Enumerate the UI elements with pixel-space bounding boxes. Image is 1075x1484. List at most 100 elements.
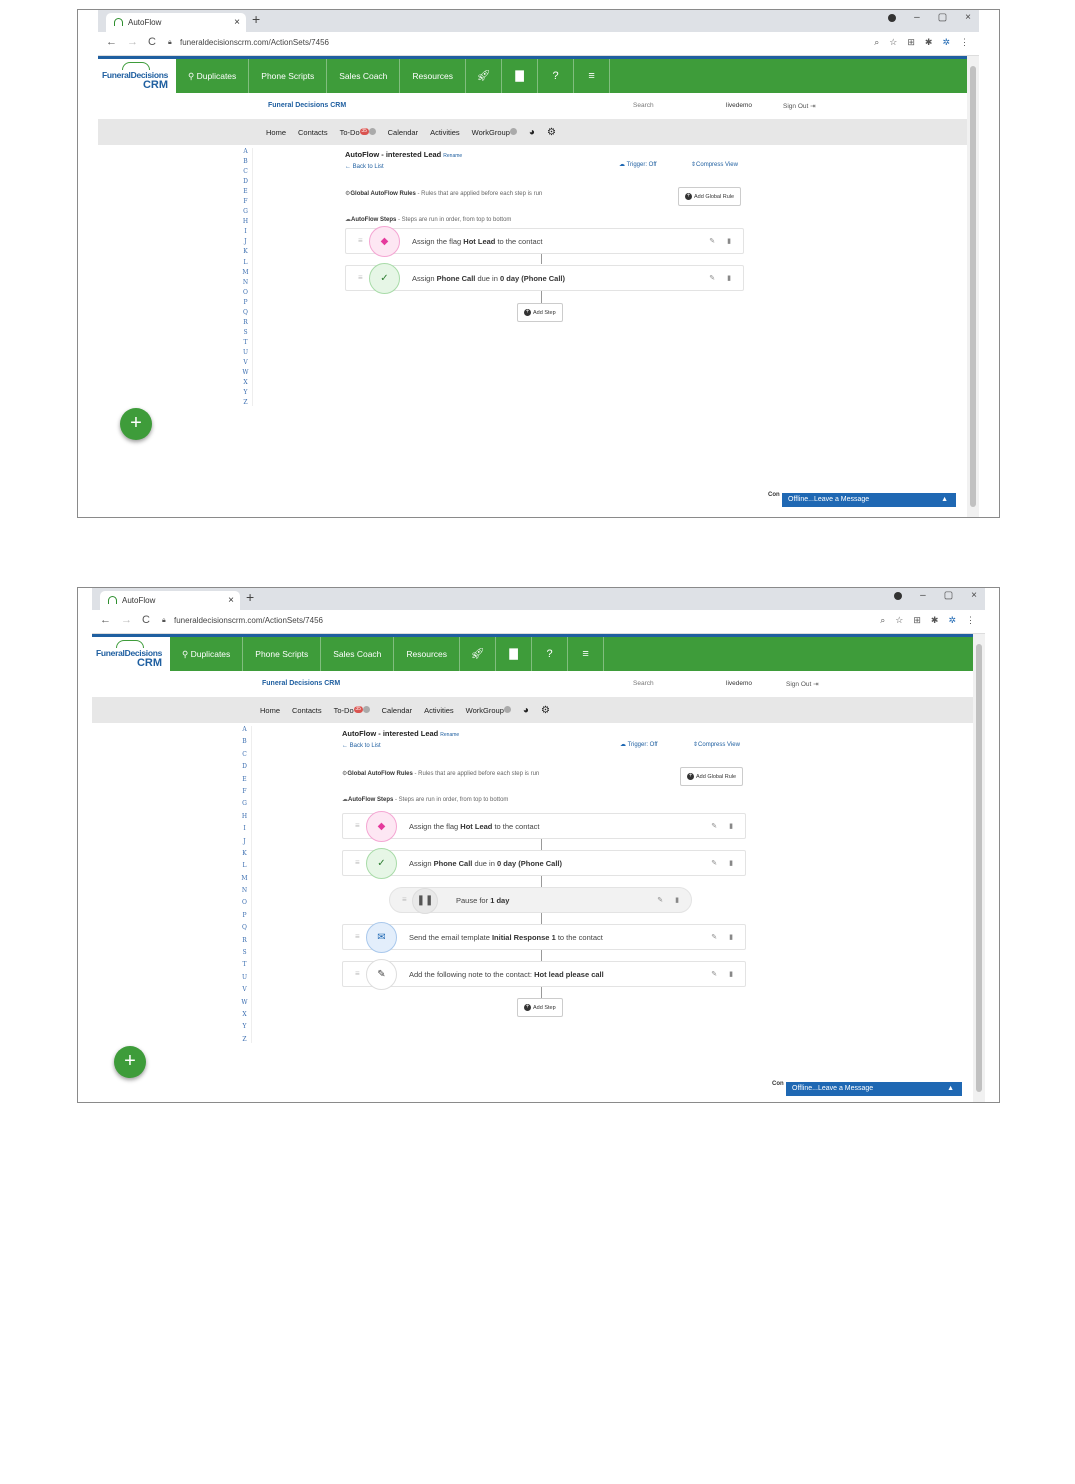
chat-widget[interactable]: Offline...Leave a Message ▲ [786, 1082, 962, 1096]
add-step-button[interactable]: + Add Step [517, 998, 563, 1017]
step-pause[interactable]: ≡ ❚❚ Pause for 1 day ✎ ▮ [389, 887, 692, 914]
alpha-letter[interactable]: O [243, 289, 248, 296]
nav-resources[interactable]: Resources [394, 637, 461, 671]
user-name[interactable]: livedemo [726, 102, 752, 109]
subnav-contacts[interactable]: Contacts [298, 128, 328, 137]
alpha-letter[interactable]: S [242, 949, 246, 956]
drag-handle-icon[interactable]: ≡ [355, 969, 360, 978]
alpha-letter[interactable]: V [243, 359, 247, 366]
add-step-button[interactable]: + Add Step [517, 303, 563, 322]
alpha-letter[interactable]: G [242, 800, 247, 807]
trash-icon[interactable]: ▮ [729, 822, 733, 830]
star-icon[interactable]: ☆ [895, 615, 903, 626]
gear-icon[interactable]: ⚙ [541, 705, 550, 716]
subnav-home[interactable]: Home [266, 128, 286, 137]
subnav-activities[interactable]: Activities [430, 128, 460, 137]
browser-tab[interactable]: AutoFlow × [106, 13, 246, 32]
alpha-letter[interactable]: Y [244, 389, 248, 396]
scroll-thumb[interactable] [976, 644, 982, 1092]
alpha-letter[interactable]: C [243, 168, 248, 175]
trigger-toggle[interactable]: ☁ Trigger: Off [619, 161, 657, 168]
subnav-todo[interactable]: To-Do 35 [334, 705, 370, 715]
tab-close-icon[interactable]: × [228, 591, 234, 610]
new-tab-button[interactable]: + [252, 11, 260, 27]
subnav-activities[interactable]: Activities [424, 706, 454, 715]
record-icon[interactable] [894, 591, 903, 600]
back-icon[interactable]: ← [100, 614, 111, 626]
back-to-list-link[interactable]: ← Back to List [345, 164, 384, 170]
alpha-letter[interactable]: U [242, 974, 247, 981]
drag-handle-icon[interactable]: ≡ [358, 273, 363, 282]
puzzle-icon[interactable]: ✱ [925, 37, 933, 48]
sign-out-link[interactable]: Sign Out ⇥ [783, 102, 816, 110]
chevron-up-icon[interactable]: ▲ [941, 493, 948, 507]
alpha-letter[interactable]: X [242, 1011, 246, 1018]
alpha-letter[interactable]: Q [243, 309, 248, 316]
nav-phone-scripts[interactable]: Phone Scripts [243, 637, 322, 671]
edit-icon[interactable]: ✎ [711, 970, 717, 978]
step-phone-call[interactable]: ≡ ✓ Assign Phone Call due in 0 day (Phon… [345, 263, 744, 294]
hamburger-icon[interactable]: ≡ [568, 637, 605, 671]
url-field[interactable]: funeraldecisionscrm.com/ActionSets/7456 [174, 616, 323, 625]
drag-handle-icon[interactable]: ≡ [355, 932, 360, 941]
alpha-letter[interactable]: H [243, 218, 248, 225]
tab-close-icon[interactable]: × [234, 13, 240, 32]
step-flag[interactable]: ≡ ◆ Assign the flag Hot Lead to the cont… [345, 226, 744, 257]
close-window-button[interactable]: × [965, 12, 971, 23]
alpha-letter[interactable]: I [244, 228, 246, 235]
edit-icon[interactable]: ✎ [711, 933, 717, 941]
scroll-thumb[interactable] [970, 66, 976, 507]
trigger-toggle[interactable]: ☁ Trigger: Off [620, 741, 658, 748]
alpha-letter[interactable]: J [243, 838, 245, 845]
reload-icon[interactable]: C [142, 614, 150, 626]
minimize-button[interactable]: – [920, 590, 926, 601]
alpha-letter[interactable]: X [243, 379, 247, 386]
alpha-letter[interactable]: N [243, 279, 248, 286]
note-icon[interactable]: ▇ [502, 59, 539, 93]
alpha-letter[interactable]: G [243, 208, 248, 215]
menu-dots-icon[interactable]: ⋮ [966, 615, 975, 626]
add-fab-button[interactable]: + [120, 408, 152, 440]
subnav-workgroup[interactable]: WorkGroup [472, 127, 517, 137]
alpha-letter[interactable]: P [242, 912, 246, 919]
scrollbar[interactable] [973, 634, 985, 1102]
user-name[interactable]: livedemo [726, 680, 752, 687]
subnav-contacts[interactable]: Contacts [292, 706, 322, 715]
logo[interactable]: FuneralDecisions CRM [98, 59, 176, 93]
alpha-letter[interactable]: B [243, 158, 247, 165]
alpha-letter[interactable]: E [242, 776, 246, 783]
minimize-button[interactable]: – [914, 12, 920, 23]
alpha-letter[interactable]: Z [242, 1036, 246, 1043]
browser-tab[interactable]: AutoFlow × [100, 591, 240, 610]
star-icon[interactable]: ☆ [889, 37, 897, 48]
alpha-letter[interactable]: O [242, 899, 247, 906]
record-icon[interactable] [888, 13, 897, 22]
subnav-todo[interactable]: To-Do 35 [340, 127, 376, 137]
sign-out-link[interactable]: Sign Out ⇥ [786, 680, 819, 688]
back-icon[interactable]: ← [106, 36, 117, 48]
drag-handle-icon[interactable]: ≡ [402, 895, 407, 904]
edit-icon[interactable]: ✎ [711, 822, 717, 830]
step-note[interactable]: ≡ ✎ Add the following note to the contac… [342, 959, 746, 990]
alpha-letter[interactable]: J [244, 238, 246, 245]
alpha-letter[interactable]: I [243, 825, 245, 832]
alpha-letter[interactable]: L [243, 862, 247, 869]
nav-duplicates[interactable]: ⚲ Duplicates [170, 637, 244, 671]
chevron-up-icon[interactable]: ▲ [947, 1082, 954, 1096]
alpha-letter[interactable]: D [242, 763, 247, 770]
subnav-calendar[interactable]: Calendar [382, 706, 412, 715]
subnav-home[interactable]: Home [260, 706, 280, 715]
add-fab-button[interactable]: + [114, 1046, 146, 1078]
nav-sales-coach[interactable]: Sales Coach [327, 59, 401, 93]
alpha-letter[interactable]: T [242, 961, 246, 968]
alpha-letter[interactable]: L [244, 259, 248, 266]
back-to-list-link[interactable]: ← Back to List [342, 743, 381, 749]
pie-chart-icon[interactable]: ◕ [529, 127, 535, 138]
alpha-letter[interactable]: W [242, 369, 248, 376]
rename-link[interactable]: Rename [443, 153, 462, 159]
alpha-letter[interactable]: Z [243, 399, 247, 406]
url-field[interactable]: funeraldecisionscrm.com/ActionSets/7456 [180, 38, 329, 47]
step-flag[interactable]: ≡ ◆ Assign the flag Hot Lead to the cont… [342, 811, 746, 842]
edit-icon[interactable]: ✎ [657, 896, 663, 904]
gear-icon[interactable]: ⚙ [547, 127, 556, 138]
